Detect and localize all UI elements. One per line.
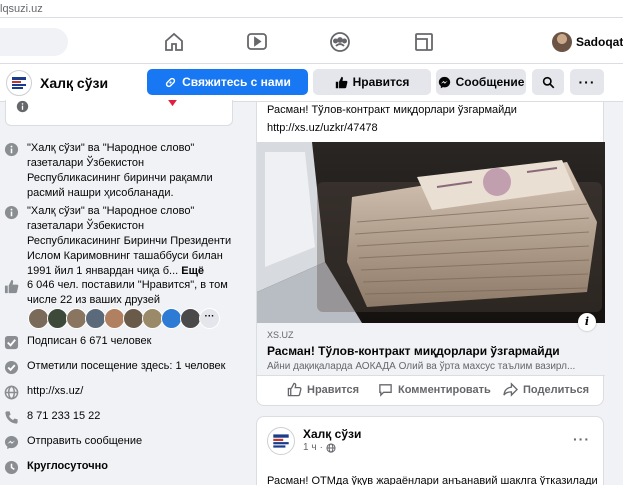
likes-text: 6 046 чел. поставили "Нравится", в том ч… xyxy=(27,279,228,306)
watch-icon[interactable] xyxy=(245,30,269,54)
link-icon xyxy=(166,77,176,87)
like-action-button[interactable]: Нравится xyxy=(287,382,359,397)
globe-icon xyxy=(4,385,19,400)
top-navigation: Sadoqat xyxy=(0,18,623,64)
home-icon[interactable] xyxy=(162,30,186,54)
post-timestamp[interactable]: 1 ч · xyxy=(303,442,336,453)
friends-avatars[interactable]: ··· xyxy=(28,308,220,329)
messenger-icon xyxy=(4,435,19,450)
followers-check-icon xyxy=(4,335,19,350)
page-title: Халқ сўзи xyxy=(40,75,109,91)
phone-item: 8 71 233 15 22 xyxy=(4,409,236,425)
about-text: "Халқ сўзи" ва "Народное слово" газетала… xyxy=(27,142,213,199)
preview-title: Расман! Тўлов-контракт миқдорлари ўзгарм… xyxy=(267,344,560,358)
post: Халқ сўзи 1 ч · ··· Расман! ОТМда ўқув ж… xyxy=(256,416,604,485)
gaming-icon[interactable] xyxy=(412,30,436,54)
thumbs-up-icon xyxy=(287,382,302,397)
post-text: Расман! ОТМда ўқув жараёнлари анъанавий … xyxy=(267,475,598,485)
avatar[interactable] xyxy=(66,308,87,329)
phone-text: 8 71 233 15 22 xyxy=(27,410,101,422)
globe-icon xyxy=(326,442,336,453)
followers-item: Подписан 6 671 человек xyxy=(4,334,236,350)
contact-button[interactable]: Свяжитесь с нами xyxy=(147,69,308,95)
more-dots-icon: ··· xyxy=(578,74,596,90)
info-icon xyxy=(4,142,19,157)
phone-icon xyxy=(5,411,18,424)
hours-item: Круглосуточно xyxy=(4,459,236,475)
page-header-bar: Халқ сўзи Свяжитесь с нами Нравится Сооб… xyxy=(0,64,623,102)
clock-icon xyxy=(4,460,19,475)
post-author[interactable]: Халқ сўзи xyxy=(303,427,361,441)
groups-icon[interactable] xyxy=(328,30,352,54)
browser-url-bar[interactable]: lqsuzi.uz xyxy=(0,0,623,18)
link-preview[interactable]: XS.UZ Расман! Тўлов-контракт миқдорлари … xyxy=(257,313,605,376)
checkins-item: Отметили посещение здесь: 1 человек xyxy=(4,359,236,375)
share-action-button[interactable]: Поделиться xyxy=(503,382,589,397)
sidebar-card-fragment xyxy=(5,100,233,126)
info-icon[interactable]: i xyxy=(578,313,596,331)
followers-text: Подписан 6 671 человек xyxy=(27,335,152,347)
website-item: http://xs.uz/ xyxy=(4,384,236,400)
message-button[interactable]: Сообщение xyxy=(436,69,526,95)
see-more-link[interactable]: Ещё xyxy=(181,265,204,277)
post: Расман! Тўлов-контракт миқдорлари ўзгарм… xyxy=(256,102,605,406)
money-photo xyxy=(257,142,605,323)
about-item: "Халқ сўзи" ва "Народное слово" газетала… xyxy=(4,204,236,279)
profile-name: Sadoqat xyxy=(576,35,623,49)
avatar[interactable] xyxy=(28,308,49,329)
preview-domain: XS.UZ xyxy=(267,330,294,340)
likes-item: 6 046 чел. поставили "Нравится", в том ч… xyxy=(4,278,236,308)
avatar[interactable] xyxy=(142,308,163,329)
profile-link[interactable]: Sadoqat xyxy=(552,31,623,53)
post-text: Расман! Тўлов-контракт миқдорлари ўзгарм… xyxy=(267,104,517,116)
url-text: lqsuzi.uz xyxy=(0,3,43,15)
avatar xyxy=(552,32,572,52)
about-sidebar: "Халқ сўзи" ва "Народное слово" газетала… xyxy=(0,100,245,485)
website-link[interactable]: http://xs.uz/ xyxy=(27,384,83,399)
post-actions: Нравится Комментировать Поделиться xyxy=(257,378,605,404)
avatar[interactable] xyxy=(85,308,106,329)
hours-text: Круглосуточно xyxy=(27,460,108,472)
post-menu-icon[interactable]: ··· xyxy=(573,431,590,447)
messenger-icon xyxy=(438,76,450,88)
more-friends-icon[interactable]: ··· xyxy=(199,308,220,329)
about-description: "Халқ сўзи" ва "Народное слово" газетала… xyxy=(27,205,232,277)
post-link[interactable]: http://xs.uz/uzkr/47478 xyxy=(267,122,378,134)
avatar[interactable] xyxy=(104,308,125,329)
caret-down-icon xyxy=(168,100,177,107)
thumbs-up-icon xyxy=(335,76,347,88)
avatar[interactable] xyxy=(123,308,144,329)
about-item: "Халқ сўзи" ва "Народное слово" газетала… xyxy=(4,141,236,201)
like-page-button[interactable]: Нравится xyxy=(313,69,431,95)
avatar[interactable] xyxy=(47,308,68,329)
share-icon xyxy=(503,382,518,397)
search-button[interactable] xyxy=(532,69,564,95)
info-icon xyxy=(16,100,29,113)
checkin-icon xyxy=(4,360,19,375)
avatar[interactable] xyxy=(180,308,201,329)
post-image[interactable] xyxy=(257,142,605,323)
send-message-link[interactable]: Отправить сообщение xyxy=(27,434,142,449)
thumbs-up-icon xyxy=(4,279,19,294)
message-item: Отправить сообщение xyxy=(4,434,236,450)
preview-description: Айни дақиқаларда АОКАДА Олий ва ўрта мах… xyxy=(267,361,576,372)
more-button[interactable]: ··· xyxy=(570,69,604,95)
search-icon xyxy=(542,76,554,88)
page-logo[interactable] xyxy=(6,70,32,96)
checkins-text: Отметили посещение здесь: 1 человек xyxy=(27,360,226,372)
comment-action-button[interactable]: Комментировать xyxy=(378,382,491,397)
comment-icon xyxy=(379,384,392,397)
info-icon xyxy=(4,205,19,220)
search-input[interactable] xyxy=(0,28,68,56)
page-logo[interactable] xyxy=(267,427,295,455)
avatar[interactable] xyxy=(161,308,182,329)
